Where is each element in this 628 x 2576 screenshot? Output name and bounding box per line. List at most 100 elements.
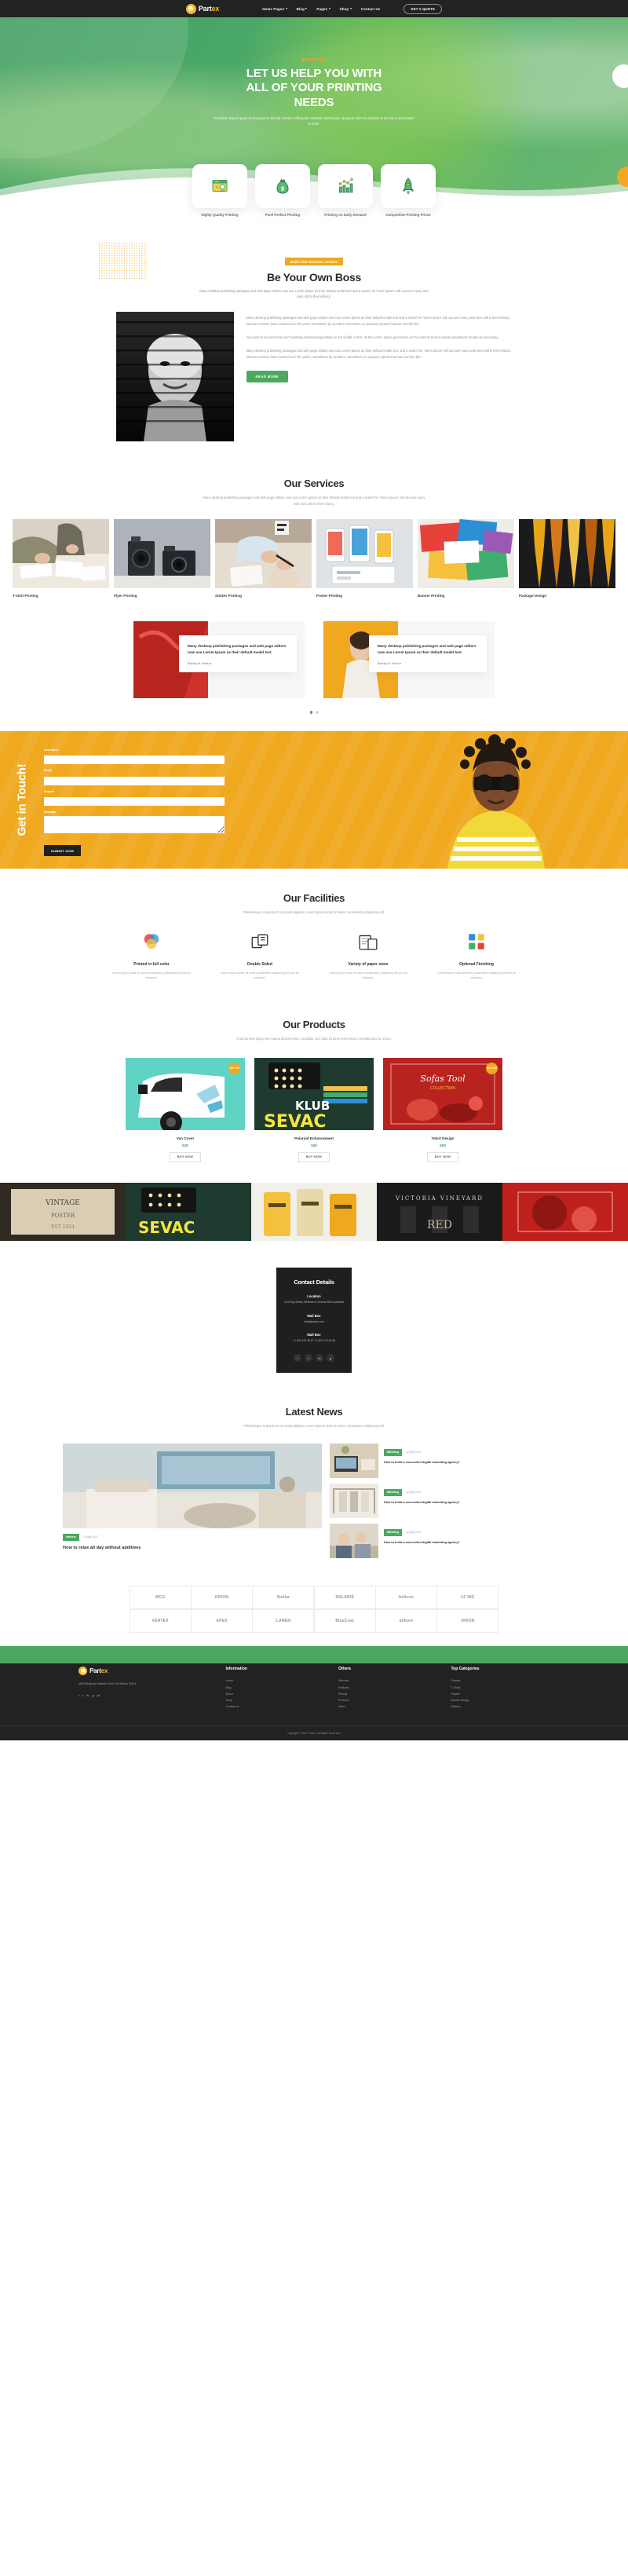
feature-label: Competitive Printing Prices <box>385 213 431 217</box>
twitter-icon[interactable]: t <box>305 1354 312 1363</box>
subject-input[interactable] <box>44 797 225 807</box>
youtube-icon[interactable]: yt <box>97 1693 100 1697</box>
google-icon[interactable]: g <box>92 1693 93 1697</box>
read-more-button[interactable]: READ MORE <box>246 371 289 383</box>
nav-item-pages[interactable]: Pages <box>316 7 330 11</box>
buy-now-button[interactable]: BUY NOW <box>298 1151 330 1162</box>
submit-now-button[interactable]: SUBMIT NOW <box>44 845 82 857</box>
footer-link[interactable]: Posters <box>451 1678 550 1684</box>
client-logo-2[interactable]: Stellar <box>252 1586 315 1610</box>
product-card-2[interactable]: Sofas Tool COLLECTION 25% Off Tshirt Des… <box>383 1057 502 1162</box>
contact-details-card: Contact Details Location 123 King Street… <box>276 1267 352 1374</box>
client-logo-7[interactable]: APEX <box>190 1608 253 1633</box>
footer-link[interactable]: Stickers <box>451 1703 550 1710</box>
footer-link[interactable]: Papers <box>451 1691 550 1697</box>
feature-card-3[interactable]: Competitive Printing Prices <box>381 164 436 218</box>
message-textarea[interactable] <box>44 815 225 833</box>
news-side-item-1[interactable]: Marketing 12 May 2021 How to build a suc… <box>330 1483 565 1518</box>
boss-lead: Many desktop publishing packages and web… <box>199 288 429 298</box>
carousel-dot-1[interactable] <box>316 711 319 714</box>
facebook-icon[interactable]: f <box>78 1693 79 1697</box>
contact-details-title: Contact Details <box>294 1278 334 1286</box>
gallery-item-4[interactable] <box>502 1182 628 1241</box>
footer-link[interactable]: About <box>225 1691 324 1697</box>
facebook-icon[interactable]: f <box>294 1354 301 1363</box>
service-card-3[interactable]: Poster Printing <box>316 519 413 598</box>
product-image: Sofas Tool COLLECTION 25% Off <box>383 1057 502 1130</box>
facilities-lead: Pellentesque in ipsum id orci porta dapi… <box>243 909 385 914</box>
footer-link[interactable]: Features <box>338 1685 437 1691</box>
google-icon[interactable]: g <box>327 1354 334 1363</box>
footer-link[interactable]: Banner Design <box>451 1697 550 1703</box>
grid-squares-icon <box>469 933 484 950</box>
brand-logo[interactable]: Partex <box>185 3 219 14</box>
client-logo-1[interactable]: ORION <box>190 1586 253 1610</box>
news-main-article[interactable]: Interiors 12 May 2021 How to relax all d… <box>63 1443 322 1558</box>
news-side-item-0[interactable]: Marketing 12 May 2021 How to build a suc… <box>330 1443 565 1478</box>
nav-item-home-pages[interactable]: Home Pages <box>262 7 287 11</box>
email-input[interactable] <box>44 776 225 785</box>
client-logo-0[interactable]: MCG <box>129 1586 192 1610</box>
product-card-0[interactable]: 25% Off Van Cover $38 BUY NOW <box>126 1057 245 1162</box>
chart-growth-icon <box>338 177 353 193</box>
nav-item-blog[interactable]: Blog <box>297 7 308 11</box>
footer-link[interactable]: Blog <box>225 1685 324 1691</box>
client-logo-5[interactable]: LF INC <box>436 1586 499 1610</box>
service-card-5[interactable]: Package Design <box>519 519 615 598</box>
product-price: $58 <box>440 1143 446 1147</box>
news-category-chip: Marketing <box>384 1448 403 1456</box>
facilities-title: Our Facilities <box>283 891 345 904</box>
client-logo-11[interactable]: ORION <box>436 1608 499 1633</box>
testimonial-text: Many desktop publishing packages and web… <box>188 644 287 655</box>
clients-grid: MCG ORION Stellar SOLARIS helicon LF INC… <box>129 1586 499 1633</box>
footer-brand-name: Partex <box>89 1667 108 1675</box>
contact-details-section: Contact Details Location 123 King Street… <box>0 1241 628 1400</box>
news-side-item-2[interactable]: Marketing 12 May 2021 How to build a suc… <box>330 1523 565 1558</box>
linkedin-icon[interactable]: in <box>86 1693 89 1697</box>
footer-link[interactable]: Products <box>338 1697 437 1703</box>
footer-link[interactable]: Services <box>338 1678 437 1684</box>
nav-item-shop[interactable]: Shop <box>340 7 352 11</box>
product-price: $38 <box>182 1143 188 1147</box>
footer-link[interactable]: Shop <box>225 1697 324 1703</box>
buy-now-button[interactable]: BUY NOW <box>169 1151 202 1162</box>
gallery-item-1[interactable]: SEVAC <box>126 1182 251 1241</box>
feature-card-1[interactable]: $ Pixel Perfect Printing <box>255 164 310 218</box>
svg-text:VINTAGE: VINTAGE <box>45 1199 80 1207</box>
news-category-chip: Marketing <box>384 1528 403 1536</box>
carousel-dot-0[interactable] <box>309 711 312 714</box>
service-card-1[interactable]: Flyer Printing <box>114 519 210 598</box>
gallery-item-2[interactable] <box>251 1182 377 1241</box>
client-logo-10[interactable]: atikore <box>374 1608 437 1633</box>
footer-link[interactable]: Contact Us <box>225 1703 324 1710</box>
service-card-4[interactable]: Banner Printing <box>418 519 514 598</box>
product-card-1[interactable]: KLUB SEVAC Polaroid Enhancement $58 BUY … <box>254 1057 374 1162</box>
news-category-chip: Interiors <box>63 1533 79 1541</box>
nav-item-contact-us[interactable]: Contact Us <box>361 7 381 11</box>
service-image <box>215 519 312 589</box>
name-input[interactable] <box>44 756 225 765</box>
footer-link[interactable]: Pricing <box>338 1691 437 1697</box>
linkedin-icon[interactable]: in <box>316 1354 323 1363</box>
chevron-down-icon <box>285 8 287 9</box>
gallery-item-0[interactable]: VINTAGE POSTER EST 1924 <box>0 1182 126 1241</box>
feature-card-0[interactable]: Highly Quality Printing <box>192 164 247 218</box>
client-logo-4[interactable]: helicon <box>374 1586 437 1610</box>
get-a-quote-button[interactable]: GET A QUOTE <box>403 3 443 14</box>
field-label-message: Message <box>44 810 57 814</box>
service-card-2[interactable]: Sticker Printing <box>215 519 312 598</box>
footer-link[interactable]: Team <box>338 1703 437 1710</box>
client-logo-3[interactable]: SOLARIS <box>313 1586 376 1610</box>
buy-now-button[interactable]: BUY NOW <box>426 1151 459 1162</box>
feature-card-2[interactable]: Printing on Daily Demand <box>318 164 373 218</box>
news-category-chip: Marketing <box>384 1488 403 1496</box>
footer-link[interactable]: Home <box>225 1678 324 1684</box>
gallery-item-3[interactable]: VICTORIA VINEYARD RED <box>377 1182 502 1241</box>
client-logo-9[interactable]: BlueCoat <box>313 1608 376 1633</box>
client-logo-8[interactable]: LUMEN <box>252 1608 315 1633</box>
service-card-0[interactable]: T-shirt Printing <box>13 519 109 598</box>
footer-link[interactable]: T-Shirts <box>451 1685 550 1691</box>
client-logo-6[interactable]: VERTEX <box>129 1608 192 1633</box>
twitter-icon[interactable]: t <box>82 1693 83 1697</box>
footer-logo[interactable]: Partex <box>78 1667 211 1676</box>
